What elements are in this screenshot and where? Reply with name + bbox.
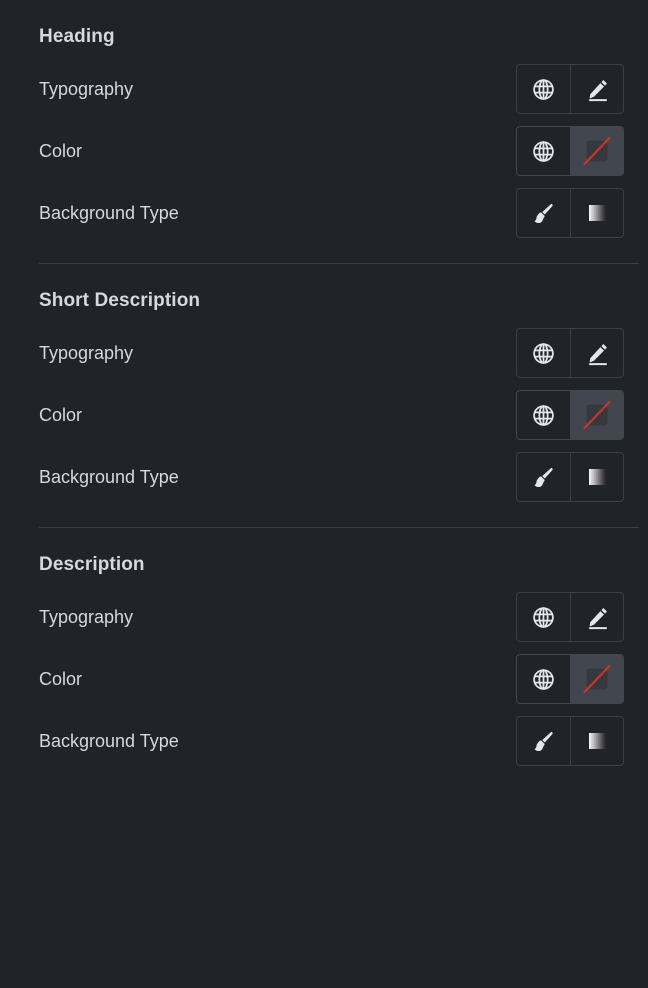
- style-settings-panel: Heading Typography Color Background Type Sho…: [0, 0, 648, 988]
- gradient-icon: [585, 201, 609, 225]
- control-row: Typography: [0, 58, 638, 120]
- control-label: Typography: [39, 343, 134, 363]
- control-button-group: [516, 390, 624, 440]
- globe-button[interactable]: [517, 329, 570, 377]
- gradient-button[interactable]: [570, 717, 623, 765]
- control-button-group: [516, 188, 624, 238]
- section-title: Short Description: [39, 290, 201, 311]
- section-header: Short Description: [0, 264, 638, 322]
- control-row: Background Type: [0, 710, 638, 772]
- control-label: Color: [39, 141, 83, 161]
- paint-brush-icon: [531, 465, 556, 490]
- no-color-swatch-icon: [581, 399, 613, 431]
- control-label: Background Type: [39, 203, 179, 223]
- section-header: Heading: [0, 0, 638, 58]
- control-row: Typography: [0, 322, 638, 384]
- globe-icon: [531, 667, 556, 692]
- gradient-icon: [585, 729, 609, 753]
- section-title: Heading: [39, 26, 115, 47]
- gradient-icon: [585, 465, 609, 489]
- globe-icon: [531, 77, 556, 102]
- paint-brush-button[interactable]: [517, 453, 570, 501]
- settings-section: Description Typography Color Background Typ…: [0, 528, 638, 772]
- pencil-edit-icon: [585, 77, 610, 102]
- control-label: Background Type: [39, 467, 179, 487]
- control-label: Typography: [39, 607, 134, 627]
- control-button-group: [516, 654, 624, 704]
- control-label: Typography: [39, 79, 134, 99]
- control-button-group: [516, 64, 624, 114]
- globe-icon: [531, 403, 556, 428]
- control-row: Color: [0, 648, 638, 710]
- no-color-swatch-icon: [581, 135, 613, 167]
- control-row: Background Type: [0, 446, 638, 508]
- control-button-group: [516, 126, 624, 176]
- settings-section: Heading Typography Color Background Type: [0, 0, 638, 244]
- pencil-edit-button[interactable]: [570, 65, 623, 113]
- section-divider: [0, 508, 639, 528]
- settings-sections: Heading Typography Color Background Type Sho…: [0, 0, 639, 772]
- pencil-edit-icon: [585, 605, 610, 630]
- section-title: Description: [39, 554, 145, 575]
- control-row: Typography: [0, 586, 638, 648]
- control-label: Color: [39, 669, 83, 689]
- paint-brush-button[interactable]: [517, 189, 570, 237]
- globe-button[interactable]: [517, 593, 570, 641]
- control-button-group: [516, 716, 624, 766]
- control-row: Color: [0, 384, 638, 446]
- no-color-swatch-icon: [581, 663, 613, 695]
- settings-section: Short Description Typography Color Backgrou…: [0, 264, 638, 508]
- control-row: Background Type: [0, 182, 638, 244]
- gradient-button[interactable]: [570, 189, 623, 237]
- globe-button[interactable]: [517, 127, 570, 175]
- globe-button[interactable]: [517, 655, 570, 703]
- globe-button[interactable]: [517, 391, 570, 439]
- control-button-group: [516, 328, 624, 378]
- paint-brush-icon: [531, 729, 556, 754]
- control-button-group: [516, 452, 624, 502]
- control-row: Color: [0, 120, 638, 182]
- no-color-swatch-button[interactable]: [570, 391, 623, 439]
- control-label: Color: [39, 405, 83, 425]
- section-header: Description: [0, 528, 638, 586]
- globe-icon: [531, 605, 556, 630]
- gradient-button[interactable]: [570, 453, 623, 501]
- section-divider: [0, 244, 639, 264]
- paint-brush-icon: [531, 201, 556, 226]
- globe-icon: [531, 341, 556, 366]
- no-color-swatch-button[interactable]: [570, 127, 623, 175]
- paint-brush-button[interactable]: [517, 717, 570, 765]
- pencil-edit-button[interactable]: [570, 593, 623, 641]
- no-color-swatch-button[interactable]: [570, 655, 623, 703]
- globe-button[interactable]: [517, 65, 570, 113]
- control-button-group: [516, 592, 624, 642]
- globe-icon: [531, 139, 556, 164]
- pencil-edit-button[interactable]: [570, 329, 623, 377]
- control-label: Background Type: [39, 731, 179, 751]
- pencil-edit-icon: [585, 341, 610, 366]
